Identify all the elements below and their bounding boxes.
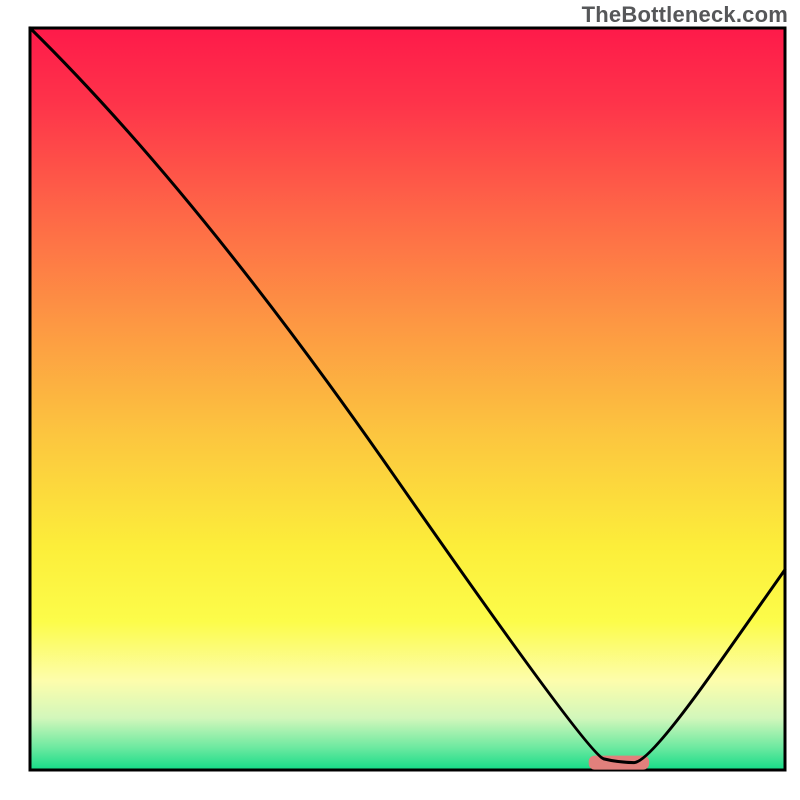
plot-background — [30, 28, 785, 770]
chart-svg — [0, 0, 800, 800]
chart-frame: TheBottleneck.com — [0, 0, 800, 800]
